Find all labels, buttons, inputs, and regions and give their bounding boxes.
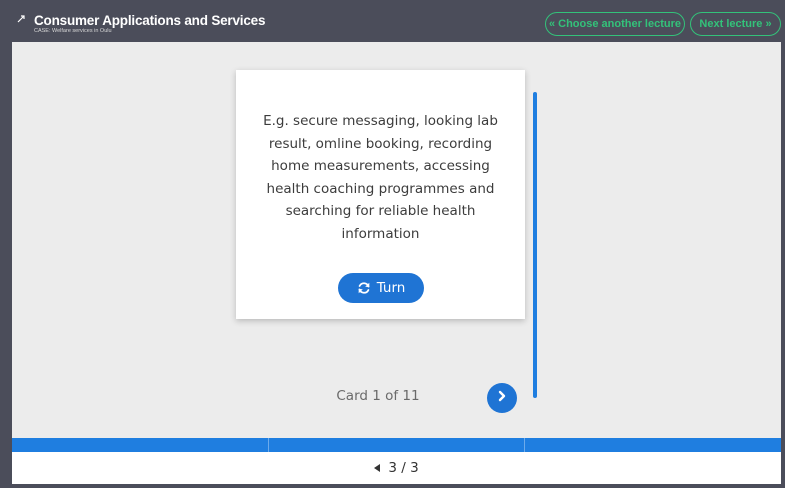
choose-another-lecture-button[interactable]: « Choose another lecture — [545, 12, 685, 36]
page-indicator: 3 / 3 — [388, 460, 419, 476]
footer-nav: 3 / 3 — [12, 452, 781, 484]
progress-separator — [268, 438, 269, 452]
course-title: Consumer Applications and Services — [34, 13, 266, 28]
content-area: E.g. secure messaging, looking lab resul… — [12, 42, 781, 438]
flashcard-text: E.g. secure messaging, looking lab resul… — [263, 113, 498, 242]
card-counter: Card 1 of 11 — [336, 388, 420, 404]
progress-bar — [12, 438, 781, 452]
header-bar: Consumer Applications and Services CASE:… — [0, 0, 785, 42]
progress-separator — [524, 438, 525, 452]
turn-button-label: Turn — [376, 280, 406, 296]
scrollbar[interactable] — [533, 92, 537, 398]
refresh-icon — [357, 281, 371, 295]
app-frame: Consumer Applications and Services CASE:… — [0, 0, 785, 488]
flashcard: E.g. secure messaging, looking lab resul… — [236, 70, 525, 319]
lecture-subtitle: CASE: Welfare services in Oulu — [34, 28, 112, 34]
chevron-right-icon — [496, 389, 508, 407]
collapse-icon[interactable] — [15, 12, 27, 24]
turn-button[interactable]: Turn — [338, 273, 424, 303]
next-card-button[interactable] — [487, 383, 517, 413]
triangle-left-icon[interactable] — [374, 464, 381, 472]
pager: 3 / 3 — [12, 460, 781, 476]
next-lecture-button[interactable]: Next lecture » — [690, 12, 781, 36]
